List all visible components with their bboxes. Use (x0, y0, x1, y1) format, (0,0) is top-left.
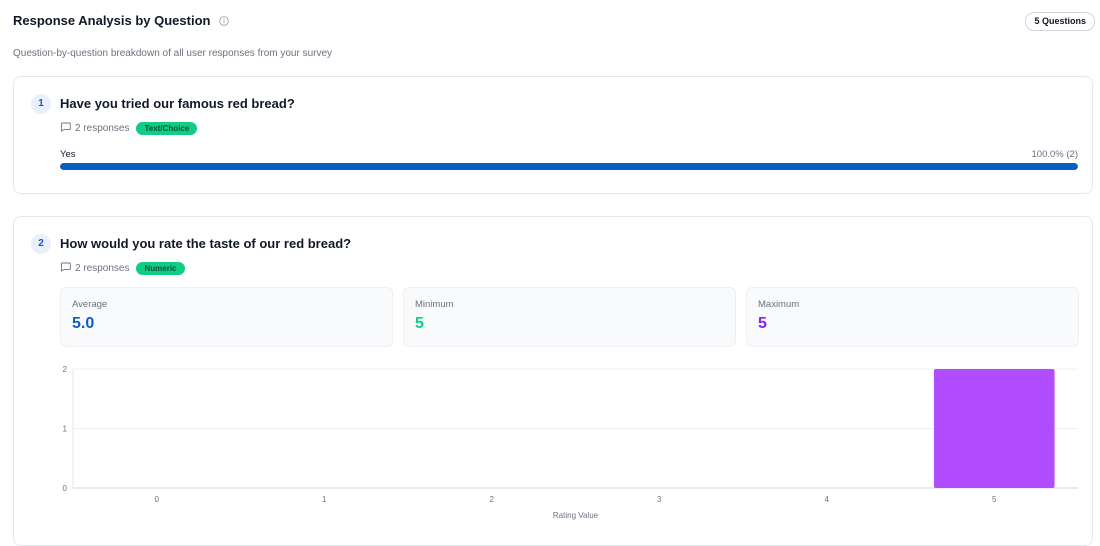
question-number: 1 (31, 94, 51, 114)
x-tick-label: 3 (657, 495, 662, 504)
option-bar-fill (60, 163, 1078, 170)
x-tick-label: 4 (825, 495, 830, 504)
y-tick-label: 2 (63, 365, 68, 374)
y-tick-label: 1 (63, 425, 68, 434)
option-row: Yes 100.0% (2) (60, 149, 1078, 161)
question-text: Have you tried our famous red bread? (60, 96, 295, 111)
response-count: 2 responses (75, 122, 130, 134)
option-bar-track (60, 163, 1078, 170)
question-count-badge: 5 Questions (1025, 12, 1095, 31)
page-title: Response Analysis by Question (13, 13, 211, 28)
bar-rating-5 (933, 369, 1055, 488)
x-tick-label: 0 (155, 495, 160, 504)
x-axis-label: Rating Value (553, 511, 599, 520)
page-header: Response Analysis by Question 5 Question… (13, 12, 1095, 31)
x-tick-label: 1 (322, 495, 327, 504)
x-tick-label: 5 (992, 495, 997, 504)
rating-bar-chart: 0 1 2 0 1 2 3 4 5 Rating Value (63, 365, 1078, 520)
x-tick-label: 2 (490, 495, 495, 504)
page-title-wrap: Response Analysis by Question (13, 13, 229, 30)
page-subtitle: Question-by-question breakdown of all us… (13, 48, 333, 59)
comment-icon (60, 119, 71, 137)
option-percent: 100.0% (2) (1031, 149, 1078, 160)
y-tick-label: 0 (63, 484, 68, 493)
question-card-1: 1 Have you tried our famous red bread? 2… (13, 76, 1093, 194)
question-meta: 2 responses Text/Choice (60, 119, 198, 137)
question-card-2: 2 How would you rate the taste of our re… (13, 216, 1093, 546)
option-label: Yes (60, 149, 76, 160)
question-type-badge: Text/Choice (136, 121, 198, 135)
info-icon[interactable] (219, 14, 229, 30)
